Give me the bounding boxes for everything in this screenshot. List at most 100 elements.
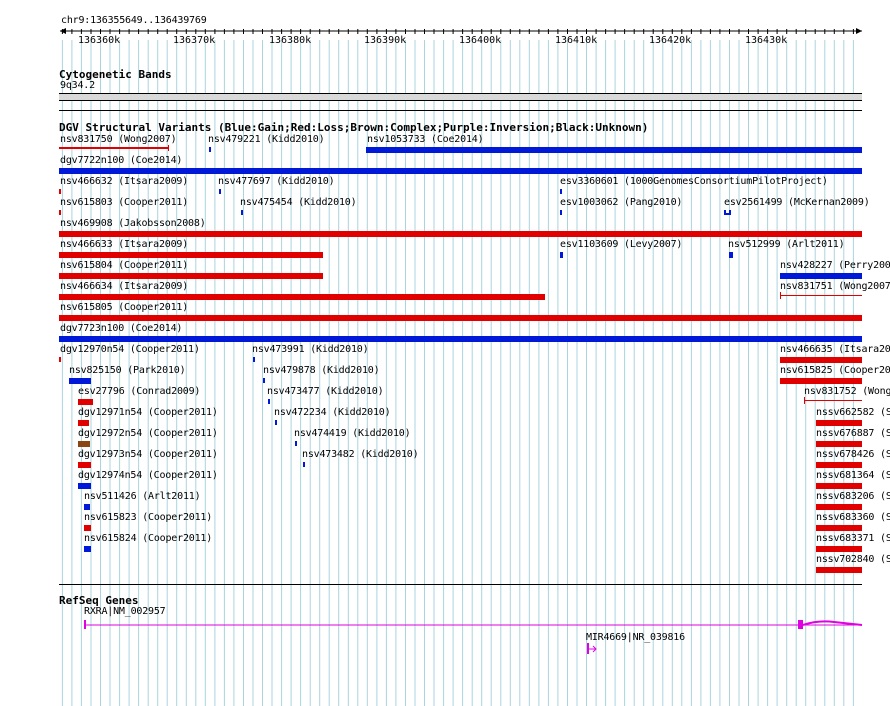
variant-label[interactable]: nsv479878 (Kidd2010) xyxy=(263,365,380,377)
variant-label[interactable]: dgv12974n54 (Cooper2011) xyxy=(78,470,218,482)
variant-bar-nsv615805[interactable] xyxy=(59,315,862,321)
variant-label[interactable]: nsv466633 (Itsara2009) xyxy=(60,239,188,251)
variant-label[interactable]: nsv831752 (Wong2007) xyxy=(804,386,890,398)
variant-bar-nssv702840[interactable] xyxy=(816,567,862,573)
variant-bar-nssv681364[interactable] xyxy=(816,483,862,489)
variant-bar-nsv615825[interactable] xyxy=(780,378,862,384)
variant-label[interactable]: nsv473477 (Kidd2010) xyxy=(267,386,384,398)
variant-label[interactable]: nsv479221 (Kidd2010) xyxy=(208,134,325,146)
variant-bar-nsv474419[interactable] xyxy=(295,441,297,446)
variant-bar-nssv676887[interactable] xyxy=(816,441,862,447)
variant-bar-nssv683371[interactable] xyxy=(816,546,862,552)
variant-bar-nsv475454[interactable] xyxy=(241,210,243,215)
variant-label[interactable]: nssv702840 (Sudmant2013) xyxy=(816,554,890,566)
variant-bar-nsv473477[interactable] xyxy=(268,399,270,404)
variant-label[interactable]: nsv615805 (Cooper2011) xyxy=(60,302,188,314)
variant-bar-nssv683360[interactable] xyxy=(816,525,862,531)
variant-bar-nsv511426[interactable] xyxy=(84,504,90,510)
variant-label[interactable]: dgv7723n100 (Coe2014) xyxy=(60,323,182,335)
variant-bar-esv3360601[interactable] xyxy=(560,189,562,194)
variant-bar-nsv466633[interactable] xyxy=(59,252,323,258)
variant-label[interactable]: nsv831750 (Wong2007) xyxy=(60,134,177,146)
variant-bar-nsv479878[interactable] xyxy=(263,378,265,383)
variant-label[interactable]: nssv683206 (Sudmant2013) xyxy=(816,491,890,503)
variant-label[interactable]: dgv12972n54 (Cooper2011) xyxy=(78,428,218,440)
variant-label[interactable]: nsv615803 (Cooper2011) xyxy=(60,197,188,209)
variant-bar-nsv615804[interactable] xyxy=(59,273,323,279)
variant-bar-nsv831750-cap xyxy=(168,145,169,151)
variant-bar-nsv466632[interactable] xyxy=(59,189,61,194)
variant-label[interactable]: nsv473991 (Kidd2010) xyxy=(252,344,369,356)
variant-label[interactable]: nsv511426 (Arlt2011) xyxy=(84,491,201,503)
variant-label[interactable]: dgv12970n54 (Cooper2011) xyxy=(60,344,200,356)
variant-bar-esv1103609[interactable] xyxy=(560,252,563,258)
variant-label[interactable]: nssv681364 (Sudmant2013) xyxy=(816,470,890,482)
ruler-tick-label: 136380k xyxy=(269,35,312,46)
variant-bar-nsv615823[interactable] xyxy=(84,525,91,531)
variant-label[interactable]: nsv615804 (Cooper2011) xyxy=(60,260,188,272)
variant-bar-nsv466635[interactable] xyxy=(780,357,862,363)
variant-bar-nsv615803[interactable] xyxy=(59,210,61,215)
variant-label[interactable]: nsv428227 (Perry2008) xyxy=(780,260,890,272)
variant-bar-dgv12973n54[interactable] xyxy=(78,462,91,468)
variant-label[interactable]: esv1003062 (Pang2010) xyxy=(560,197,682,209)
variant-bar-nssv683206[interactable] xyxy=(816,504,862,510)
variant-bar-nsv512999[interactable] xyxy=(729,252,733,258)
variant-label[interactable]: dgv12971n54 (Cooper2011) xyxy=(78,407,218,419)
variant-bar-nsv477697[interactable] xyxy=(219,189,221,194)
variant-label[interactable]: nsv477697 (Kidd2010) xyxy=(218,176,335,188)
variant-bar-nsv469908[interactable] xyxy=(59,231,862,237)
variant-bar-nssv662582[interactable] xyxy=(816,420,862,426)
variant-bar-esv27796[interactable] xyxy=(78,399,93,405)
gene-model-rxra[interactable] xyxy=(0,616,890,636)
variant-bar-nsv831751[interactable] xyxy=(780,295,862,296)
variant-label[interactable]: esv2561499 (McKernan2009) xyxy=(724,197,870,209)
variant-bar-dgv12971n54[interactable] xyxy=(78,420,89,426)
variant-label[interactable]: esv1103609 (Levy2007) xyxy=(560,239,682,251)
variant-label[interactable]: esv3360601 (1000GenomesConsortiumPilotPr… xyxy=(560,176,828,188)
variant-label[interactable]: nsv472234 (Kidd2010) xyxy=(274,407,391,419)
variant-bar-nssv678426[interactable] xyxy=(816,462,862,468)
variant-label[interactable]: nssv683371 (Sudmant2013) xyxy=(816,533,890,545)
variant-bar-dgv12972n54[interactable] xyxy=(78,441,90,447)
variant-bar-nsv466634[interactable] xyxy=(59,294,545,300)
variant-bar-nsv831752[interactable] xyxy=(804,400,862,401)
gene-model-mir4669[interactable] xyxy=(0,642,890,656)
variant-label[interactable]: nsv831751 (Wong2007) xyxy=(780,281,890,293)
variant-label[interactable]: nsv512999 (Arlt2011) xyxy=(728,239,845,251)
cytoband-bar[interactable] xyxy=(59,93,862,101)
variant-label[interactable]: nsv473482 (Kidd2010) xyxy=(302,449,419,461)
variant-bar-nsv1053733[interactable] xyxy=(366,147,862,153)
variant-bar-nsv473991[interactable] xyxy=(253,357,255,362)
variant-bar-esv1003062[interactable] xyxy=(560,210,562,215)
variant-label[interactable]: nsv474419 (Kidd2010) xyxy=(294,428,411,440)
variant-label[interactable]: dgv12973n54 (Cooper2011) xyxy=(78,449,218,461)
variant-bar-nsv825150[interactable] xyxy=(69,378,91,384)
variant-bar-dgv7722n100[interactable] xyxy=(59,168,862,174)
variant-bar-nsv615824[interactable] xyxy=(84,546,91,552)
variant-label[interactable]: nssv678426 (Sudmant2013) xyxy=(816,449,890,461)
variant-bar-nsv428227[interactable] xyxy=(780,273,862,279)
variant-label[interactable]: esv27796 (Conrad2009) xyxy=(78,386,200,398)
variant-label[interactable]: nssv683360 (Sudmant2013) xyxy=(816,512,890,524)
variant-label[interactable]: nsv615823 (Cooper2011) xyxy=(84,512,212,524)
variant-bar-nsv472234[interactable] xyxy=(275,420,277,425)
variant-label[interactable]: nssv662582 (Sudmant2013) xyxy=(816,407,890,419)
variant-bar-dgv12970n54[interactable] xyxy=(59,357,61,362)
variant-label[interactable]: nsv615825 (Cooper2011) xyxy=(780,365,890,377)
variant-bar-nsv473482[interactable] xyxy=(303,462,305,467)
variant-bar-nsv479221[interactable] xyxy=(209,147,211,152)
variant-label[interactable]: nsv475454 (Kidd2010) xyxy=(240,197,357,209)
variant-bar-dgv12974n54[interactable] xyxy=(78,483,91,489)
variant-label[interactable]: nsv825150 (Park2010) xyxy=(69,365,186,377)
variant-label[interactable]: nsv466632 (Itsara2009) xyxy=(60,176,188,188)
variant-label[interactable]: dgv7722n100 (Coe2014) xyxy=(60,155,182,167)
variant-label[interactable]: nssv676887 (Sudmant2013) xyxy=(816,428,890,440)
variant-label[interactable]: nsv466634 (Itsara2009) xyxy=(60,281,188,293)
variant-label[interactable]: nsv615824 (Cooper2011) xyxy=(84,533,212,545)
variant-bar-nsv831750[interactable] xyxy=(59,147,169,149)
variant-label[interactable]: nsv469908 (Jakobsson2008) xyxy=(60,218,206,230)
variant-label[interactable]: nsv1053733 (Coe2014) xyxy=(367,134,484,146)
variant-label[interactable]: nsv466635 (Itsara2009) xyxy=(780,344,890,356)
variant-bar-dgv7723n100[interactable] xyxy=(59,336,862,342)
